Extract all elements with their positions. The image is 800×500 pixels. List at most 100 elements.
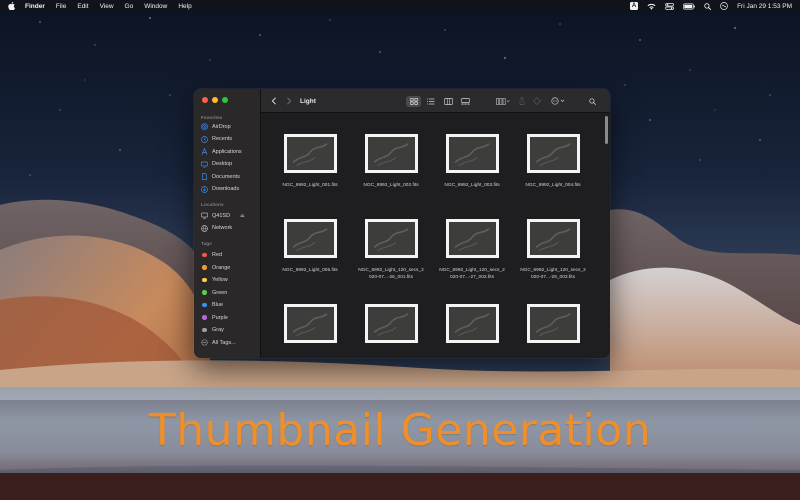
control-center-icon[interactable] — [665, 2, 674, 10]
sidebar-tag-green[interactable]: Green — [201, 288, 227, 297]
sidebar-tag-red[interactable]: Red — [201, 251, 222, 260]
sidebar-item-label: Yellow — [212, 277, 228, 283]
close-button[interactable] — [202, 97, 208, 103]
finder-toolbar: Light — [261, 89, 610, 113]
sidebar-item-label: Applications — [212, 148, 242, 155]
fits-thumbnail-icon — [283, 134, 337, 173]
sidebar-tag-gray[interactable]: Gray — [201, 326, 224, 335]
forward-button[interactable] — [284, 89, 294, 113]
share-icon — [519, 97, 525, 105]
file-grid: NGC_6992_Light_001.fits NGC_6992_Light_0… — [261, 114, 610, 358]
finder-sidebar: Favorites AirDrop Recents Applications D… — [194, 89, 261, 358]
sidebar-item-label: Recents — [212, 136, 233, 142]
sidebar-tag-purple[interactable]: Purple — [201, 313, 228, 322]
battery-icon[interactable] — [683, 2, 695, 10]
file-item[interactable]: NGC_6992_Light_120_secs_2020-07...-29_00… — [513, 219, 593, 281]
list-view-button[interactable] — [424, 89, 438, 113]
file-name: NGC_6992_Light_005.fits — [282, 268, 338, 273]
apple-logo-icon[interactable] — [8, 2, 15, 10]
vertical-scrollbar[interactable] — [605, 116, 608, 144]
file-name: NGC_6992_Light_002.fits — [363, 183, 419, 188]
sidebar-tag-blue[interactable]: Blue — [201, 301, 223, 310]
sidebar-tag-all[interactable]: All Tags... — [201, 338, 236, 347]
tag-orange-icon — [201, 264, 208, 271]
fits-thumbnail-icon — [526, 134, 580, 173]
sidebar-item-airdrop[interactable]: AirDrop — [201, 122, 231, 131]
wifi-icon[interactable] — [647, 2, 656, 10]
file-item[interactable]: NGC_6992_Light_005.fits — [270, 219, 350, 275]
sidebar-tag-yellow[interactable]: Yellow — [201, 276, 228, 285]
menu-file[interactable]: File — [56, 3, 66, 10]
minimize-button[interactable] — [212, 97, 218, 103]
chevron-right-icon — [287, 97, 292, 105]
fits-thumbnail-icon — [364, 219, 418, 258]
airdrop-icon — [201, 123, 208, 130]
file-item[interactable] — [351, 304, 431, 353]
banner-title: Thumbnail Generation — [148, 404, 652, 456]
menu-window[interactable]: Window — [144, 3, 167, 10]
sidebar-item-documents[interactable]: Documents — [201, 172, 240, 181]
sidebar-item-label: Documents — [212, 173, 240, 180]
file-item[interactable]: NGC_6992_Light_002.fits — [351, 134, 431, 190]
file-item[interactable]: NGC_6992_Light_004.fits — [513, 134, 593, 190]
gallery-view-button[interactable] — [458, 89, 472, 113]
fits-thumbnail-icon — [445, 134, 499, 173]
zoom-button[interactable] — [222, 97, 228, 103]
sidebar-item-label: Blue — [212, 302, 224, 308]
file-item[interactable] — [513, 304, 593, 353]
sidebar-item-recents[interactable]: Recents — [201, 135, 232, 144]
menu-go[interactable]: Go — [125, 3, 134, 10]
file-item[interactable]: NGC_6992_Light_003.fits — [432, 134, 512, 190]
siri-icon[interactable] — [720, 2, 728, 10]
group-by-button[interactable] — [494, 89, 512, 113]
menu-view[interactable]: View — [100, 3, 114, 10]
sidebar-item-label: All Tags... — [212, 339, 236, 346]
file-item[interactable]: NGC_6992_Light_001.fits — [270, 134, 350, 190]
sidebar-item-label: Q41SD — [212, 212, 231, 219]
sidebar-item-label: AirDrop — [212, 123, 231, 130]
file-name: NGC_6992_Light_120_secs_2020-07...-26_00… — [358, 268, 424, 280]
sidebar-tag-orange[interactable]: Orange — [201, 263, 230, 272]
column-view-icon — [443, 97, 453, 105]
menubar-clock[interactable]: Fri Jan 29 1:53 PM — [737, 3, 792, 10]
finder-search-button[interactable] — [586, 89, 598, 113]
more-actions-icon — [550, 97, 564, 105]
file-item[interactable] — [432, 304, 512, 353]
grid-view-icon — [409, 97, 418, 105]
eject-icon[interactable]: ⏏ — [240, 213, 245, 219]
chevron-left-icon — [271, 97, 276, 105]
sidebar-header-tags: Tags — [201, 242, 212, 247]
fits-thumbnail-icon — [526, 304, 580, 343]
menu-edit[interactable]: Edit — [77, 3, 88, 10]
action-menu-button[interactable] — [548, 89, 568, 113]
tag-icon — [533, 97, 541, 105]
sidebar-item-q41sd[interactable]: Q41SD ⏏ — [201, 211, 245, 220]
network-icon — [201, 224, 208, 232]
file-item[interactable] — [270, 304, 350, 353]
icon-view-button[interactable] — [406, 95, 421, 107]
sidebar-item-desktop[interactable]: Desktop — [201, 160, 232, 169]
sidebar-item-label: Desktop — [212, 161, 233, 167]
back-button[interactable] — [269, 89, 279, 113]
fits-thumbnail-icon — [283, 304, 337, 343]
sidebar-item-applications[interactable]: Applications — [201, 147, 242, 156]
clock-icon — [201, 135, 208, 143]
sidebar-item-downloads[interactable]: Downloads — [201, 185, 239, 194]
share-button[interactable] — [517, 89, 527, 113]
file-item[interactable]: NGC_6992_Light_120_secs_2020-07...-27_00… — [432, 219, 512, 281]
file-name: NGC_6992_Light_004.fits — [525, 183, 581, 188]
input-source-icon[interactable]: A — [630, 2, 639, 10]
sidebar-item-label: Downloads — [212, 186, 240, 192]
window-title: Light — [300, 97, 316, 105]
menu-finder[interactable]: Finder — [25, 3, 45, 10]
menu-help[interactable]: Help — [178, 3, 191, 10]
tag-gray-icon — [201, 327, 208, 334]
tag-button[interactable] — [531, 89, 543, 113]
fits-thumbnail-icon — [364, 134, 418, 173]
file-item[interactable]: NGC_6992_Light_120_secs_2020-07...-26_00… — [351, 219, 431, 281]
search-icon[interactable] — [704, 2, 712, 10]
file-name: NGC_6992_Light_001.fits — [282, 183, 338, 188]
sidebar-item-network[interactable]: Network — [201, 224, 232, 233]
column-view-button[interactable] — [441, 89, 455, 113]
input-source-label: A — [630, 2, 639, 10]
